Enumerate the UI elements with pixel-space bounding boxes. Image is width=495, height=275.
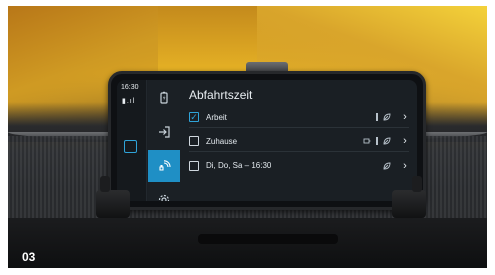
bar-icon [376,113,378,121]
row-icons [376,113,391,121]
chevron-right-icon[interactable]: › [401,111,409,123]
gear-icon [158,194,170,201]
nav-item-charging[interactable] [148,150,180,182]
bar-icon [376,137,378,145]
status-bar: 16:30 ▮.ıl [117,80,147,201]
page-title: Abfahrtszeit [189,88,253,102]
nav-item-battery[interactable] [148,82,180,114]
dashboard-slot [198,234,338,244]
chevron-right-icon[interactable]: › [401,160,409,172]
signal-icon: ▮.ıl [122,98,136,105]
row-icons [383,162,391,170]
leaf-icon [383,137,391,145]
nav-item-service[interactable] [148,184,180,201]
nav-item-login[interactable] [148,116,180,148]
list-item-label: Di, Do, Sa – 16:30 [206,161,272,170]
checkbox-unchecked[interactable] [189,136,199,146]
status-time: 16:30 [121,84,139,91]
list-item-schedule[interactable]: Di, Do, Sa – 16:30 › [189,155,409,176]
smartphone: 16:30 ▮.ıl Abfahrtszeit ✓ Arbeit › Zuhau… [108,71,426,210]
checkbox-unchecked[interactable] [189,160,199,171]
photo-scene: 16:30 ▮.ıl Abfahrtszeit ✓ Arbeit › Zuhau… [8,6,487,268]
image-label: 03 [22,250,36,264]
plug-small-icon [363,138,371,144]
home-square-icon[interactable] [124,140,137,153]
arrow-in-icon [159,126,170,138]
phone-holder-right-clamp [392,176,426,218]
list-item-arbeit[interactable]: ✓ Arbeit › [189,107,409,128]
plug-icon [159,160,171,171]
departure-time-panel: Abfahrtszeit ✓ Arbeit › Zuhause › Di, Do… [183,80,417,201]
side-navigation [148,80,180,201]
list-item-label: Zuhause [206,136,238,146]
leaf-icon [383,113,391,121]
battery-icon [160,91,168,104]
chevron-right-icon[interactable]: › [401,135,409,147]
leaf-icon [383,162,391,169]
phone-holder-left-clamp [96,176,130,218]
phone-screen: 16:30 ▮.ıl Abfahrtszeit ✓ Arbeit › Zuhau… [117,80,417,201]
list-item-zuhause[interactable]: Zuhause › [189,131,409,152]
checkbox-checked[interactable]: ✓ [189,112,199,122]
row-icons [363,137,391,145]
list-item-label: Arbeit [206,112,227,122]
